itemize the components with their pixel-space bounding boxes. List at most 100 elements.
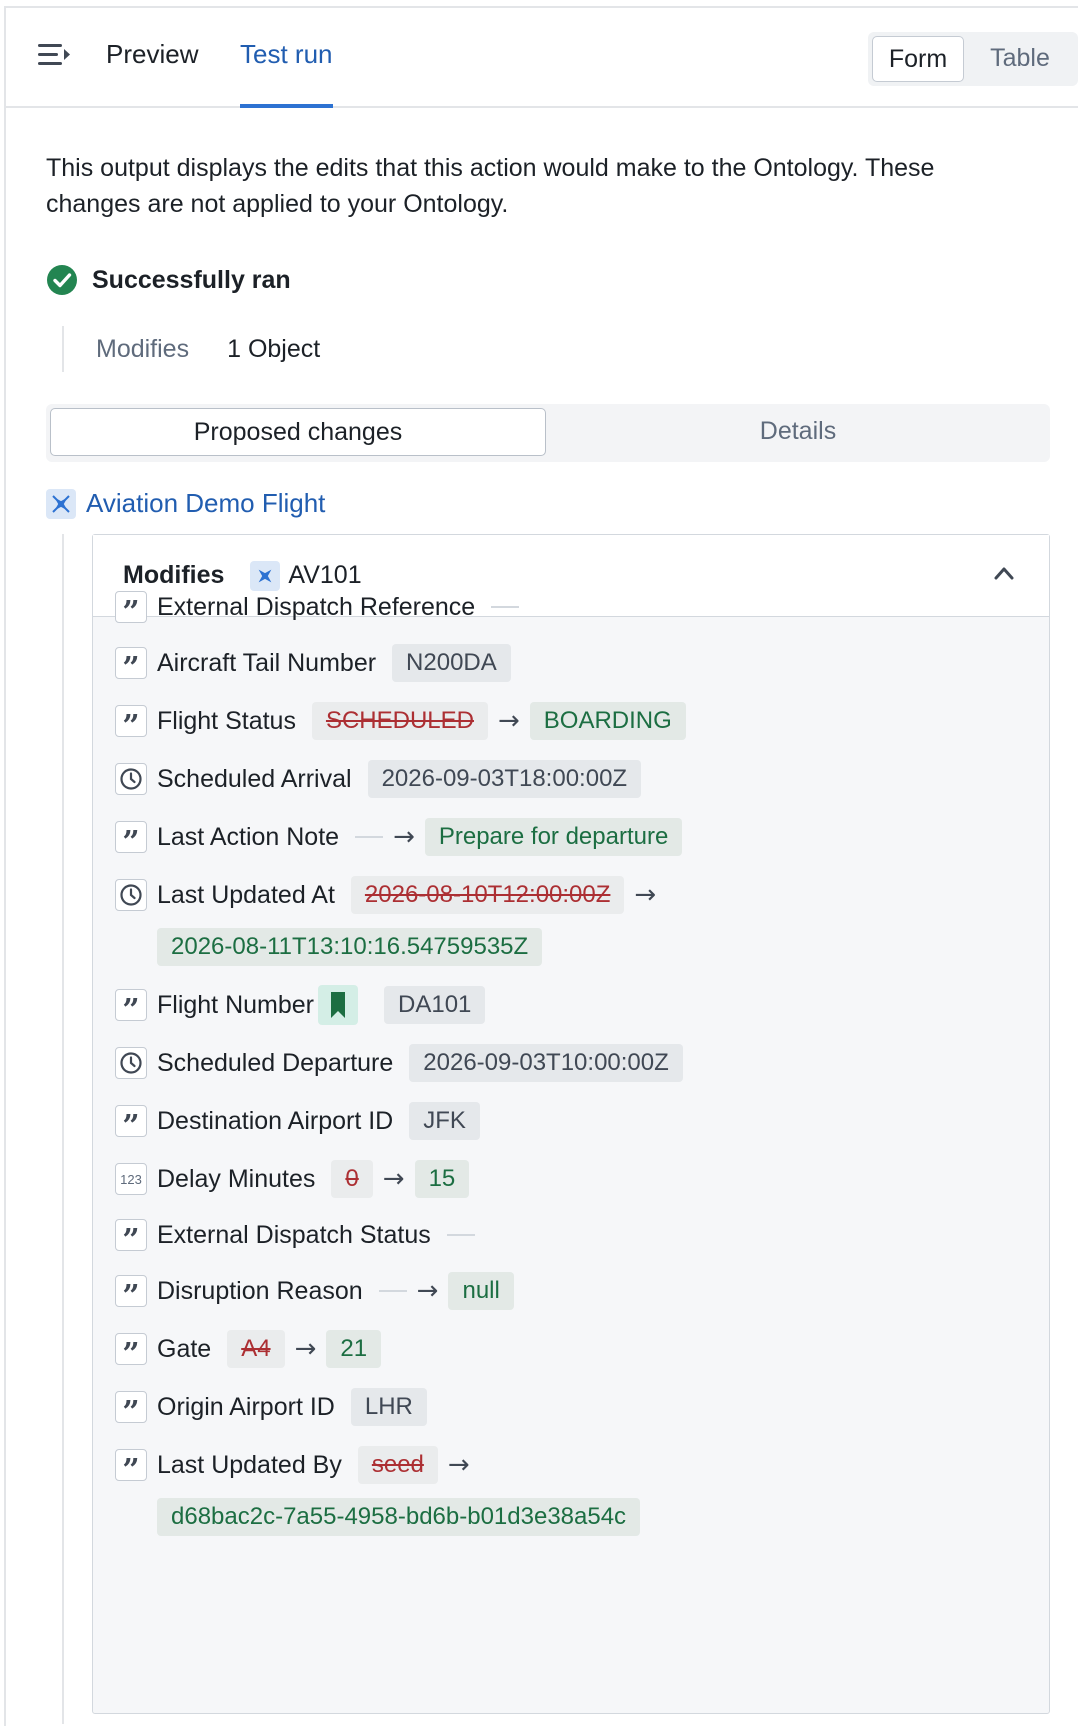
- string-type-icon: ”: [115, 647, 147, 684]
- clock-icon: [115, 879, 147, 911]
- empty-value-dash: [355, 836, 384, 838]
- collapse-menu-icon[interactable]: [36, 40, 72, 70]
- property-row: ” External Dispatch Status: [115, 1215, 475, 1256]
- new-value: d68bac2c-7a55-4958-bd6b-b01d3e38a54c: [157, 1498, 641, 1536]
- arrow-right-icon: →: [382, 1164, 405, 1194]
- property-row: 123 Delay Minutes 0 → 15: [115, 1159, 470, 1199]
- object-modification-card: Modifies AV101 ” External Dispatch Refer…: [92, 534, 1050, 1714]
- property-name: Delay Minutes: [157, 1164, 316, 1193]
- empty-value-dash: [491, 606, 520, 608]
- new-value: null: [448, 1272, 514, 1310]
- property-row: ” Destination Airport ID JFK: [115, 1101, 480, 1142]
- new-value: 15: [414, 1160, 470, 1198]
- property-value-continuation: 2026-08-11T13:10:16.54759535Z: [157, 927, 543, 967]
- property-row: ” Aircraft Tail Number N200DA: [115, 643, 511, 684]
- property-value: DA101: [384, 986, 486, 1024]
- property-name: Flight Status: [157, 706, 296, 735]
- property-name: Disruption Reason: [157, 1276, 363, 1305]
- object-title: AV101: [288, 561, 362, 589]
- view-toggle: Form Table: [868, 32, 1078, 86]
- chevron-up-icon[interactable]: [993, 565, 1015, 581]
- status-text: Successfully ran: [92, 265, 291, 294]
- property-value: LHR: [350, 1388, 427, 1426]
- airplane-icon: [46, 488, 76, 519]
- property-value: N200DA: [392, 644, 511, 682]
- property-row: ” Disruption Reason → null: [115, 1271, 514, 1312]
- string-type-icon: ”: [115, 1449, 147, 1486]
- empty-value-dash: [446, 1234, 475, 1236]
- view-form-button[interactable]: Form: [872, 36, 964, 82]
- summary-label: Modifies: [96, 334, 190, 363]
- panel-header: Preview Test run Form Table: [6, 8, 1078, 108]
- string-type-icon: ”: [115, 821, 147, 858]
- new-value: Prepare for departure: [424, 818, 683, 856]
- property-value-continuation: d68bac2c-7a55-4958-bd6b-b01d3e38a54c: [157, 1497, 641, 1537]
- object-type-name: Aviation Demo Flight: [86, 488, 326, 518]
- modifies-summary: Modifies 1 Object: [62, 326, 320, 372]
- test-run-panel: Preview Test run Form Table This output …: [4, 6, 1078, 1726]
- property-row: ” Gate A4 → 21: [115, 1329, 382, 1370]
- property-name: Last Updated By: [157, 1450, 342, 1479]
- old-value: seed: [357, 1446, 438, 1484]
- number-type-icon: 123: [115, 1163, 147, 1195]
- empty-value-dash: [378, 1290, 407, 1292]
- new-value: 2026-08-11T13:10:16.54759535Z: [157, 928, 543, 966]
- result-subtabs: Proposed changes Details: [46, 404, 1050, 462]
- arrow-right-icon: →: [634, 880, 657, 910]
- property-name: External Dispatch Status: [157, 1220, 431, 1249]
- string-type-icon: ”: [115, 1333, 147, 1370]
- arrow-right-icon: →: [497, 706, 520, 736]
- tab-details[interactable]: Details: [550, 408, 1046, 456]
- property-row: ” External Dispatch Reference: [115, 587, 520, 628]
- string-type-icon: ”: [115, 1391, 147, 1428]
- tab-proposed-changes[interactable]: Proposed changes: [50, 408, 546, 456]
- property-row: ” Flight Number DA101: [115, 985, 486, 1026]
- property-name: Flight Number: [157, 990, 314, 1019]
- output-description: This output displays the edits that this…: [46, 154, 935, 218]
- string-type-icon: ”: [115, 591, 147, 628]
- arrow-right-icon: →: [447, 1450, 470, 1480]
- arrow-right-icon: →: [294, 1334, 317, 1364]
- property-name: Last Action Note: [157, 822, 340, 851]
- property-value: 2026-09-03T10:00:00Z: [409, 1044, 683, 1082]
- property-row: ” Flight Status SCHEDULED → BOARDING: [115, 701, 686, 742]
- tree-connector: [62, 534, 64, 1724]
- string-type-icon: ”: [115, 1219, 147, 1256]
- property-name: Gate: [157, 1334, 212, 1363]
- old-value: SCHEDULED: [311, 702, 488, 740]
- property-row: Scheduled Arrival 2026-09-03T18:00:00Z: [115, 759, 642, 799]
- string-type-icon: ”: [115, 989, 147, 1026]
- summary-value: 1 Object: [227, 334, 321, 363]
- new-value: 21: [326, 1330, 382, 1368]
- new-value: BOARDING: [529, 702, 686, 740]
- old-value: A4: [227, 1330, 285, 1368]
- property-row: Last Updated At 2026-08-10T12:00:00Z →: [115, 875, 666, 915]
- property-row: ” Last Action Note → Prepare for departu…: [115, 817, 683, 858]
- tab-test-run[interactable]: Test run: [240, 34, 333, 108]
- property-name: Last Updated At: [157, 880, 335, 909]
- view-table-button[interactable]: Table: [968, 36, 1072, 82]
- success-check-icon: [47, 265, 77, 295]
- property-name: Scheduled Departure: [157, 1048, 394, 1077]
- arrow-right-icon: →: [416, 1276, 439, 1306]
- clock-icon: [115, 763, 147, 795]
- string-type-icon: ”: [115, 1275, 147, 1312]
- property-name: Scheduled Arrival: [157, 764, 352, 793]
- string-type-icon: ”: [115, 705, 147, 742]
- tab-preview[interactable]: Preview: [106, 34, 198, 108]
- old-value: 2026-08-10T12:00:00Z: [350, 876, 625, 914]
- property-name: Aircraft Tail Number: [157, 648, 377, 677]
- arrow-right-icon: →: [393, 822, 415, 852]
- property-name: Origin Airport ID: [157, 1392, 335, 1421]
- string-type-icon: ”: [115, 1105, 147, 1142]
- property-row: Scheduled Departure 2026-09-03T10:00:00Z: [115, 1043, 683, 1083]
- object-type-link[interactable]: Aviation Demo Flight: [46, 488, 325, 519]
- property-name: External Dispatch Reference: [157, 592, 476, 621]
- run-status: Successfully ran: [46, 264, 291, 296]
- property-value: JFK: [409, 1102, 480, 1140]
- old-value: 0: [331, 1160, 373, 1198]
- property-row: ” Last Updated By seed →: [115, 1445, 480, 1486]
- airplane-icon: [250, 560, 281, 591]
- card-action-label: Modifies: [123, 561, 225, 589]
- bookmark-icon: [318, 985, 358, 1025]
